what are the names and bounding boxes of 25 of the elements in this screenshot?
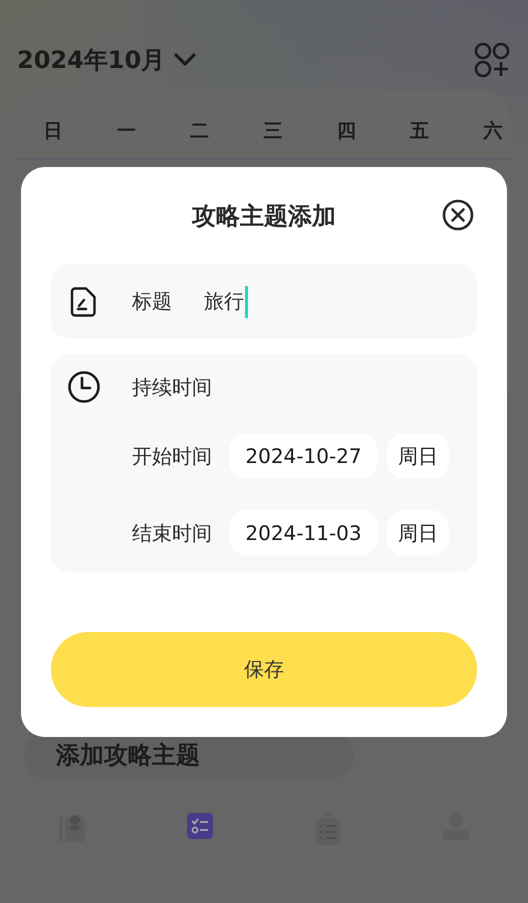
dialog-title: 攻略主题添加 [192, 200, 336, 232]
weekday-label: 五 [409, 119, 430, 144]
duration-label: 持续时间 [132, 374, 212, 400]
edit-document-icon [70, 286, 96, 316]
date-field[interactable]: 2024-11-03 [229, 510, 378, 556]
weekday-label: 三 [262, 119, 284, 144]
weekday-label: 四 [336, 119, 357, 144]
clock-icon [67, 370, 101, 404]
weekday-field[interactable]: 周日 [387, 510, 449, 556]
weekday-label: 六 [482, 119, 504, 144]
chevron-down-icon[interactable] [173, 52, 198, 68]
add-group-icon[interactable] [474, 42, 510, 78]
weekday-label: 二 [189, 119, 210, 144]
date-label: 开始时间 [132, 442, 212, 470]
checklist-icon[interactable] [187, 813, 213, 839]
text-cursor [245, 286, 248, 318]
save-button[interactable]: 保存 [51, 632, 477, 707]
weekday-label: 一 [116, 119, 137, 144]
title-input[interactable]: 旅行 [204, 288, 244, 315]
date-label: 结束时间 [132, 520, 212, 546]
weekday-field[interactable]: 周日 [387, 433, 449, 479]
title-label: 标题 [132, 288, 172, 315]
weekday-label: 日 [42, 119, 64, 144]
date-field[interactable]: 2024-10-27 [229, 433, 378, 479]
close-icon[interactable] [442, 199, 474, 231]
